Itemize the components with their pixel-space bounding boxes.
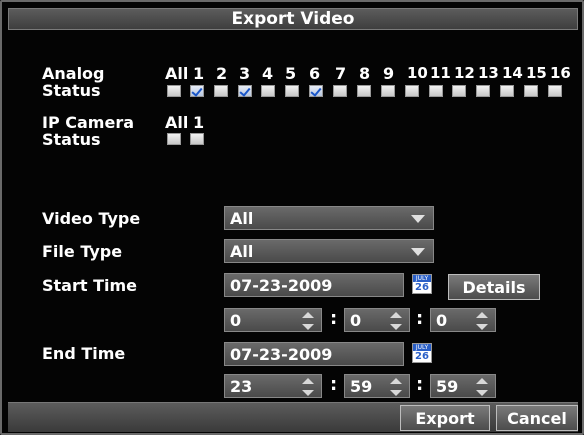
- analog-channel-checkbox[interactable]: [524, 85, 538, 97]
- chevron-down-icon: [411, 248, 425, 256]
- start-date-value: 07-23-2009: [230, 275, 333, 295]
- start-minute-value: 0: [350, 310, 362, 330]
- analog-channel-number: 11: [430, 64, 451, 82]
- export-video-dialog: Export Video Analog Status IP Camera Sta…: [0, 0, 584, 435]
- analog-channel-number: 3: [239, 64, 251, 83]
- analog-channel-checkbox[interactable]: [190, 85, 204, 97]
- start-time-label: Start Time: [42, 276, 137, 295]
- analog-channel-number: 8: [359, 64, 371, 83]
- analog-channel-checkbox[interactable]: [357, 85, 371, 97]
- end-hour-value: 23: [230, 376, 253, 396]
- end-minute-value: 59: [350, 376, 373, 396]
- ip-channel-checkbox[interactable]: [190, 133, 204, 145]
- spinner-arrows-icon[interactable]: [299, 376, 317, 398]
- start-date-field[interactable]: 07-23-2009: [224, 273, 404, 297]
- time-separator: :: [416, 308, 424, 329]
- analog-channel-checkbox[interactable]: [548, 85, 562, 97]
- calendar-icon[interactable]: JULY 26: [412, 274, 432, 294]
- analog-channel-checkbox[interactable]: [452, 85, 466, 97]
- file-type-value: All: [230, 241, 254, 261]
- time-separator: :: [330, 308, 338, 329]
- start-second-spinner[interactable]: 0: [430, 308, 496, 332]
- end-second-spinner[interactable]: 59: [430, 374, 496, 398]
- analog-channel-checkbox[interactable]: [500, 85, 514, 97]
- analog-channel-checkbox[interactable]: [476, 85, 490, 97]
- end-date-field[interactable]: 07-23-2009: [224, 342, 404, 366]
- file-type-select[interactable]: All: [224, 239, 434, 263]
- analog-channel-number: 9: [383, 64, 395, 83]
- end-time-label: End Time: [42, 344, 126, 363]
- cancel-button[interactable]: Cancel: [496, 405, 578, 431]
- analog-all-checkbox[interactable]: [167, 85, 181, 97]
- analog-channel-number: 16: [550, 64, 571, 82]
- analog-all-label: All: [165, 64, 189, 83]
- end-minute-spinner[interactable]: 59: [344, 374, 410, 398]
- ip-all-label: All: [165, 113, 189, 132]
- analog-channel-number: 6: [309, 64, 321, 83]
- end-second-value: 59: [436, 376, 459, 396]
- dialog-title: Export Video: [8, 8, 578, 30]
- analog-channel-checkbox[interactable]: [285, 85, 299, 97]
- spinner-arrows-icon[interactable]: [387, 376, 405, 398]
- button-bar: [8, 402, 578, 432]
- analog-channel-checkbox[interactable]: [405, 85, 419, 97]
- spinner-arrows-icon[interactable]: [473, 310, 491, 332]
- analog-channel-number: 14: [502, 64, 523, 82]
- analog-channel-checkbox[interactable]: [429, 85, 443, 97]
- end-hour-spinner[interactable]: 23: [224, 374, 322, 398]
- spinner-arrows-icon[interactable]: [299, 310, 317, 332]
- spinner-arrows-icon[interactable]: [473, 376, 491, 398]
- ip-camera-label: IP Camera: [42, 113, 134, 132]
- spinner-arrows-icon[interactable]: [387, 310, 405, 332]
- analog-channel-checkbox[interactable]: [333, 85, 347, 97]
- analog-channel-checkbox[interactable]: [261, 85, 275, 97]
- start-second-value: 0: [436, 310, 448, 330]
- analog-channel-number: 12: [454, 64, 475, 82]
- end-date-value: 07-23-2009: [230, 344, 333, 364]
- ip-all-checkbox[interactable]: [167, 133, 181, 145]
- analog-channel-number: 15: [526, 64, 547, 82]
- file-type-label: File Type: [42, 242, 123, 261]
- start-hour-value: 0: [230, 310, 242, 330]
- analog-channel-number: 7: [335, 64, 347, 83]
- calendar-icon[interactable]: JULY 26: [412, 343, 432, 363]
- video-type-label: Video Type: [42, 209, 141, 228]
- time-separator: :: [416, 374, 424, 395]
- analog-channel-number: 1: [193, 64, 205, 83]
- ip-channel-number: 1: [193, 113, 205, 132]
- analog-status-label: Status: [42, 81, 101, 100]
- analog-channel-number: 10: [407, 64, 428, 82]
- analog-channel-number: 2: [216, 64, 228, 83]
- start-hour-spinner[interactable]: 0: [224, 308, 322, 332]
- start-minute-spinner[interactable]: 0: [344, 308, 410, 332]
- video-type-value: All: [230, 208, 254, 228]
- analog-channel-checkbox[interactable]: [381, 85, 395, 97]
- analog-channel-number: 4: [262, 64, 274, 83]
- video-type-select[interactable]: All: [224, 206, 434, 230]
- analog-channel-checkbox[interactable]: [309, 85, 323, 97]
- export-button[interactable]: Export: [400, 405, 490, 431]
- time-separator: :: [330, 374, 338, 395]
- analog-channel-number: 5: [285, 64, 297, 83]
- analog-label: Analog: [42, 64, 105, 83]
- ip-camera-status-label: Status: [42, 130, 101, 149]
- analog-channel-checkbox[interactable]: [238, 85, 252, 97]
- details-button[interactable]: Details: [448, 274, 540, 300]
- analog-channel-checkbox[interactable]: [214, 85, 228, 97]
- analog-channel-number: 13: [478, 64, 499, 82]
- chevron-down-icon: [411, 215, 425, 223]
